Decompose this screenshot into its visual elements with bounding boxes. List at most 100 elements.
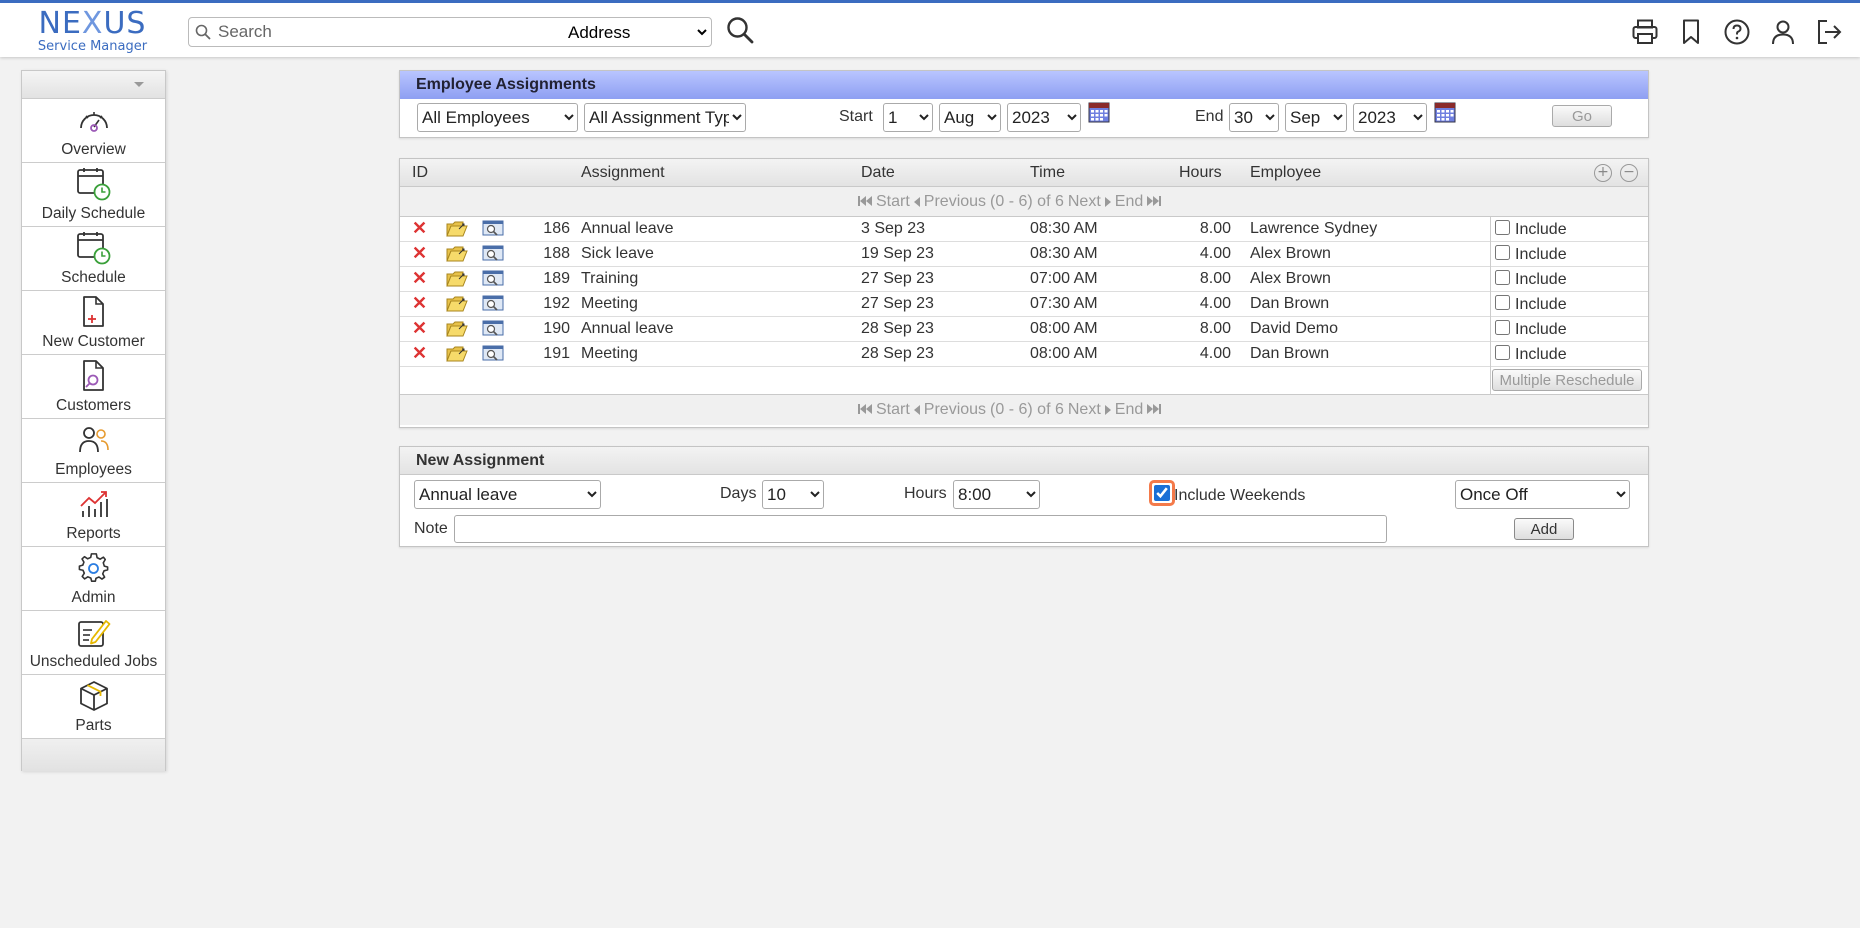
sidebar-item-customers[interactable]: Customers <box>22 355 165 419</box>
view-details-icon[interactable] <box>482 220 504 238</box>
last-page-icon[interactable] <box>1147 193 1162 211</box>
include-weekends-checkbox[interactable] <box>1154 485 1170 501</box>
sidebar-item-unscheduled-jobs[interactable]: Unscheduled Jobs <box>22 611 165 675</box>
column-header-date[interactable]: Date <box>861 164 895 182</box>
cell-assignment: Meeting <box>581 345 638 362</box>
pager-start[interactable]: Start <box>876 401 910 419</box>
hours-select[interactable]: 8:00 <box>953 480 1040 509</box>
view-details-icon[interactable] <box>482 320 504 338</box>
cell-time: 08:00 AM <box>1030 345 1098 362</box>
include-checkbox[interactable] <box>1495 345 1510 360</box>
folder-open-icon[interactable] <box>446 270 468 288</box>
pager-end[interactable]: End <box>1115 401 1143 419</box>
column-header-id[interactable]: ID <box>412 164 428 182</box>
start-day-select[interactable]: 1 <box>883 103 933 132</box>
assignment-type-filter-select[interactable]: All Assignment Typ <box>584 103 746 132</box>
delete-icon[interactable]: ✕ <box>412 268 427 289</box>
sidebar-item-reports[interactable]: Reports <box>22 483 165 547</box>
calendar-icon[interactable] <box>1088 101 1110 123</box>
folder-open-icon[interactable] <box>446 320 468 338</box>
sidebar-item-label: Schedule <box>61 269 126 286</box>
folder-open-icon[interactable] <box>446 220 468 238</box>
folder-open-icon[interactable] <box>446 295 468 313</box>
delete-icon[interactable]: ✕ <box>412 293 427 314</box>
multiple-reschedule-button[interactable]: Multiple Reschedule <box>1492 369 1642 391</box>
next-page-icon[interactable] <box>1104 197 1111 207</box>
previous-page-icon[interactable] <box>913 405 920 415</box>
cell-assignment: Training <box>581 270 639 287</box>
expand-all-icon[interactable]: + <box>1594 164 1612 182</box>
column-header-hours[interactable]: Hours <box>1179 164 1222 182</box>
search-button-icon[interactable] <box>726 16 754 44</box>
app-logo[interactable]: NEXUS Service Manager <box>30 9 155 57</box>
help-icon[interactable] <box>1720 15 1754 49</box>
first-page-icon[interactable] <box>858 401 872 419</box>
include-cell: Include <box>1490 292 1650 317</box>
chevron-down-icon[interactable] <box>134 82 144 87</box>
delete-icon[interactable]: ✕ <box>412 243 427 264</box>
bookmark-icon[interactable] <box>1674 15 1708 49</box>
employee-filter-select[interactable]: All Employees <box>417 103 578 132</box>
pager-previous[interactable]: Previous <box>924 193 986 211</box>
start-month-select[interactable]: Aug <box>939 103 1001 132</box>
next-page-icon[interactable] <box>1104 405 1111 415</box>
end-year-select[interactable]: 2023 <box>1353 103 1427 132</box>
pager-next[interactable]: Next <box>1068 193 1101 211</box>
include-checkbox[interactable] <box>1495 295 1510 310</box>
include-checkbox[interactable] <box>1495 245 1510 260</box>
go-button[interactable]: Go <box>1552 105 1612 127</box>
logout-icon[interactable] <box>1812 15 1846 49</box>
sidebar-item-new-customer[interactable]: New Customer <box>22 291 165 355</box>
last-page-icon[interactable] <box>1147 401 1162 419</box>
note-input[interactable] <box>454 515 1387 543</box>
delete-icon[interactable]: ✕ <box>412 218 427 239</box>
view-details-icon[interactable] <box>482 345 504 363</box>
pager-bottom: Start Previous (0 - 6) of 6 Next End <box>400 395 1648 425</box>
assignment-type-select[interactable]: Annual leave <box>414 480 601 509</box>
sidebar-item-employees[interactable]: Employees <box>22 419 165 483</box>
include-checkbox[interactable] <box>1495 220 1510 235</box>
delete-icon[interactable]: ✕ <box>412 343 427 364</box>
cell-date: 27 Sep 23 <box>861 270 934 287</box>
sidebar-item-label: Admin <box>71 589 116 606</box>
collapse-all-icon[interactable]: − <box>1620 164 1638 182</box>
previous-page-icon[interactable] <box>913 197 920 207</box>
search-scope-select[interactable]: Address <box>564 20 710 45</box>
end-day-select[interactable]: 30 <box>1229 103 1279 132</box>
days-select[interactable]: 10 <box>762 480 824 509</box>
include-checkbox[interactable] <box>1495 270 1510 285</box>
column-header-assignment[interactable]: Assignment <box>581 164 665 182</box>
folder-open-icon[interactable] <box>446 245 468 263</box>
add-button[interactable]: Add <box>1514 518 1574 540</box>
include-checkbox[interactable] <box>1495 320 1510 335</box>
search-input[interactable] <box>216 20 536 44</box>
start-year-select[interactable]: 2023 <box>1007 103 1081 132</box>
sidebar-header[interactable] <box>22 71 165 99</box>
pager-previous[interactable]: Previous <box>924 401 986 419</box>
column-header-employee[interactable]: Employee <box>1250 164 1321 182</box>
sidebar-item-schedule[interactable]: Schedule <box>22 227 165 291</box>
view-details-icon[interactable] <box>482 270 504 288</box>
view-details-icon[interactable] <box>482 295 504 313</box>
pager-start[interactable]: Start <box>876 193 910 211</box>
sidebar-item-label: Parts <box>75 717 112 734</box>
sidebar-item-daily-schedule[interactable]: Daily Schedule <box>22 163 165 227</box>
view-details-icon[interactable] <box>482 245 504 263</box>
first-page-icon[interactable] <box>858 193 872 211</box>
sidebar-item-overview[interactable]: Overview <box>22 99 165 163</box>
cell-employee: David Demo <box>1250 320 1339 337</box>
end-month-select[interactable]: Sep <box>1285 103 1347 132</box>
pager-end[interactable]: End <box>1115 193 1143 211</box>
column-header-time[interactable]: Time <box>1030 164 1065 182</box>
delete-icon[interactable]: ✕ <box>412 318 427 339</box>
sidebar-item-admin[interactable]: Admin <box>22 547 165 611</box>
cell-assignment: Sick leave <box>581 245 654 262</box>
print-icon[interactable] <box>1628 15 1662 49</box>
recurrence-select[interactable]: Once Off <box>1455 480 1630 509</box>
sidebar-item-parts[interactable]: Parts <box>22 675 165 739</box>
calendar-icon[interactable] <box>1434 101 1456 123</box>
cell-time: 08:30 AM <box>1030 245 1098 262</box>
pager-next[interactable]: Next <box>1068 401 1101 419</box>
folder-open-icon[interactable] <box>446 345 468 363</box>
user-icon[interactable] <box>1766 15 1800 49</box>
